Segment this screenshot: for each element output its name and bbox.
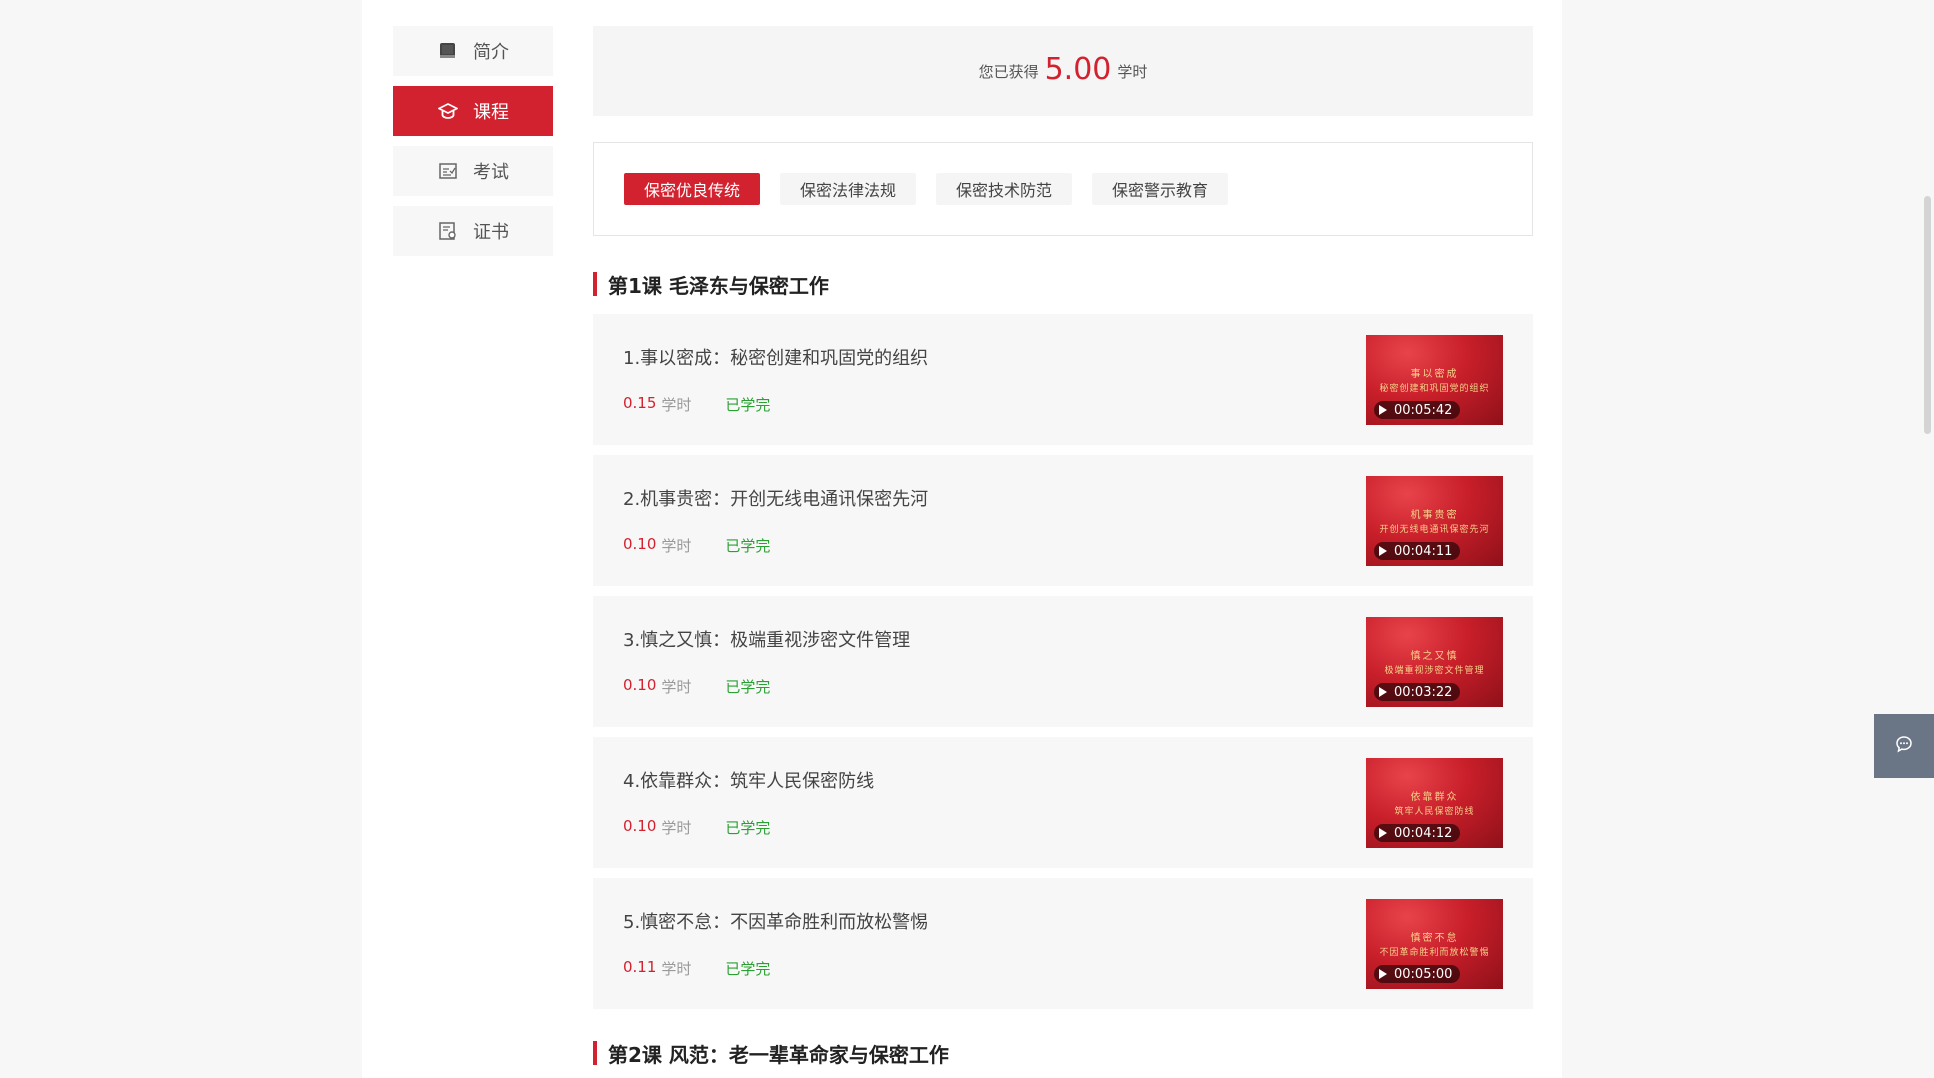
thumbnail-subcaption: 筑牢人民保密防线 <box>1394 807 1475 817</box>
lesson-item[interactable]: 5.慎密不怠：不因革命胜利而放松警惕 0.11 学时 已学完 慎密不怠 不因革命… <box>593 878 1533 1009</box>
sidebar-item-exam[interactable]: 考试 <box>393 146 553 196</box>
lesson-meta: 0.10 学时 已学完 <box>623 817 770 838</box>
thumbnail-subcaption: 开创无线电通讯保密先河 <box>1379 525 1490 535</box>
video-thumbnail[interactable]: 慎密不怠 不因革命胜利而放松警惕 00:05:00 <box>1366 899 1503 989</box>
lesson-hours: 0.15 <box>623 394 657 412</box>
lesson-list: 1.事以密成：秘密创建和巩固党的组织 0.15 学时 已学完 事以密成 秘密创建… <box>593 314 1533 1009</box>
tab-technical-protection[interactable]: 保密技术防范 <box>936 173 1073 205</box>
video-thumbnail[interactable]: 慎之又慎 极端重视涉密文件管理 00:03:22 <box>1366 617 1503 707</box>
sidebar-item-course[interactable]: 课程 <box>393 86 553 136</box>
thumbnail-subcaption: 不因革命胜利而放松警惕 <box>1379 948 1490 958</box>
thumbnail-caption: 事以密成 <box>1410 369 1459 380</box>
thumbnail-caption: 慎密不怠 <box>1410 933 1459 944</box>
lesson-hours-unit: 学时 <box>661 960 692 978</box>
lesson-hours: 0.11 <box>623 958 657 976</box>
play-icon <box>1379 969 1387 979</box>
lesson-title: 4.依靠群众：筑牢人民保密防线 <box>623 771 875 792</box>
lesson-hours: 0.10 <box>623 817 657 835</box>
category-tabs: 保密优良传统 保密法律法规 保密技术防范 保密警示教育 <box>593 142 1533 236</box>
lesson-title: 5.慎密不怠：不因革命胜利而放松警惕 <box>623 912 929 933</box>
earned-hours-value: 5.00 <box>1044 51 1112 87</box>
section-title: 第1课 毛泽东与保密工作 <box>593 272 1533 298</box>
video-duration: 00:05:00 <box>1374 965 1461 983</box>
graduation-cap-icon <box>437 100 459 122</box>
earned-hours-unit: 学时 <box>1117 62 1148 81</box>
lesson-meta: 0.11 学时 已学完 <box>623 958 770 979</box>
video-thumbnail[interactable]: 依靠群众 筑牢人民保密防线 00:04:12 <box>1366 758 1503 848</box>
lesson-meta: 0.10 学时 已学完 <box>623 535 770 556</box>
earned-hours-box: 您已获得 5.00 学时 <box>593 26 1533 116</box>
duration-text: 00:04:12 <box>1394 825 1453 841</box>
lesson-status: 已学完 <box>725 537 771 555</box>
lesson-hours-unit: 学时 <box>661 819 692 837</box>
tab-fine-tradition[interactable]: 保密优良传统 <box>624 173 761 205</box>
scrollbar-track[interactable] <box>1920 0 1934 1078</box>
lesson-title: 2.机事贵密：开创无线电通讯保密先河 <box>623 489 929 510</box>
lesson-status: 已学完 <box>725 396 771 414</box>
certificate-icon <box>437 220 459 242</box>
lesson-hours-unit: 学时 <box>661 678 692 696</box>
duration-text: 00:05:42 <box>1394 402 1453 418</box>
lesson-meta: 0.15 学时 已学完 <box>623 394 770 415</box>
section-title: 第2课 风范：老一辈革命家与保密工作 <box>593 1041 1533 1067</box>
sidebar-item-label: 简介 <box>473 42 509 63</box>
play-icon <box>1379 405 1387 415</box>
lesson-title: 3.慎之又慎：极端重视涉密文件管理 <box>623 630 911 651</box>
lesson-hours-unit: 学时 <box>661 537 692 555</box>
chat-button[interactable] <box>1874 714 1934 778</box>
sidebar-item-label: 证书 <box>473 222 509 243</box>
lesson-item[interactable]: 2.机事贵密：开创无线电通讯保密先河 0.10 学时 已学完 机事贵密 开创无线… <box>593 455 1533 586</box>
chat-bubble-icon <box>1895 735 1913 757</box>
lesson-item[interactable]: 1.事以密成：秘密创建和巩固党的组织 0.15 学时 已学完 事以密成 秘密创建… <box>593 314 1533 445</box>
tab-warning-education[interactable]: 保密警示教育 <box>1092 173 1229 205</box>
lesson-item[interactable]: 4.依靠群众：筑牢人民保密防线 0.10 学时 已学完 依靠群众 筑牢人民保密防… <box>593 737 1533 868</box>
exam-icon <box>437 160 459 182</box>
book-icon <box>437 40 459 62</box>
earned-hours-prefix: 您已获得 <box>978 62 1039 81</box>
sidebar-nav: 简介 课程 考试 证书 <box>393 26 553 266</box>
lesson-title: 1.事以密成：秘密创建和巩固党的组织 <box>623 348 929 369</box>
video-thumbnail[interactable]: 机事贵密 开创无线电通讯保密先河 00:04:11 <box>1366 476 1503 566</box>
tab-laws-regulations[interactable]: 保密法律法规 <box>780 173 917 205</box>
sidebar-item-intro[interactable]: 简介 <box>393 26 553 76</box>
video-duration: 00:04:12 <box>1374 824 1461 842</box>
sidebar-item-label: 考试 <box>473 162 509 183</box>
sidebar-item-certificate[interactable]: 证书 <box>393 206 553 256</box>
duration-text: 00:04:11 <box>1394 543 1453 559</box>
lesson-status: 已学完 <box>725 678 771 696</box>
play-icon <box>1379 546 1387 556</box>
play-icon <box>1379 828 1387 838</box>
thumbnail-subcaption: 极端重视涉密文件管理 <box>1384 666 1485 676</box>
lesson-status: 已学完 <box>725 960 771 978</box>
thumbnail-subcaption: 秘密创建和巩固党的组织 <box>1379 384 1490 394</box>
lesson-hours: 0.10 <box>623 535 657 553</box>
video-duration: 00:03:22 <box>1374 683 1461 701</box>
video-duration: 00:05:42 <box>1374 401 1461 419</box>
sidebar-item-label: 课程 <box>473 102 509 123</box>
duration-text: 00:03:22 <box>1394 684 1453 700</box>
lesson-meta: 0.10 学时 已学完 <box>623 676 770 697</box>
play-icon <box>1379 687 1387 697</box>
lesson-hours-unit: 学时 <box>661 396 692 414</box>
thumbnail-caption: 机事贵密 <box>1410 510 1459 521</box>
video-duration: 00:04:11 <box>1374 542 1461 560</box>
lesson-status: 已学完 <box>725 819 771 837</box>
thumbnail-caption: 慎之又慎 <box>1410 651 1459 662</box>
scrollbar-thumb[interactable] <box>1924 196 1931 434</box>
lesson-item[interactable]: 3.慎之又慎：极端重视涉密文件管理 0.10 学时 已学完 慎之又慎 极端重视涉… <box>593 596 1533 727</box>
lesson-hours: 0.10 <box>623 676 657 694</box>
duration-text: 00:05:00 <box>1394 966 1453 982</box>
thumbnail-caption: 依靠群众 <box>1410 792 1459 803</box>
video-thumbnail[interactable]: 事以密成 秘密创建和巩固党的组织 00:05:42 <box>1366 335 1503 425</box>
main-content: 您已获得 5.00 学时 保密优良传统 保密法律法规 保密技术防范 保密警示教育… <box>593 26 1533 1067</box>
